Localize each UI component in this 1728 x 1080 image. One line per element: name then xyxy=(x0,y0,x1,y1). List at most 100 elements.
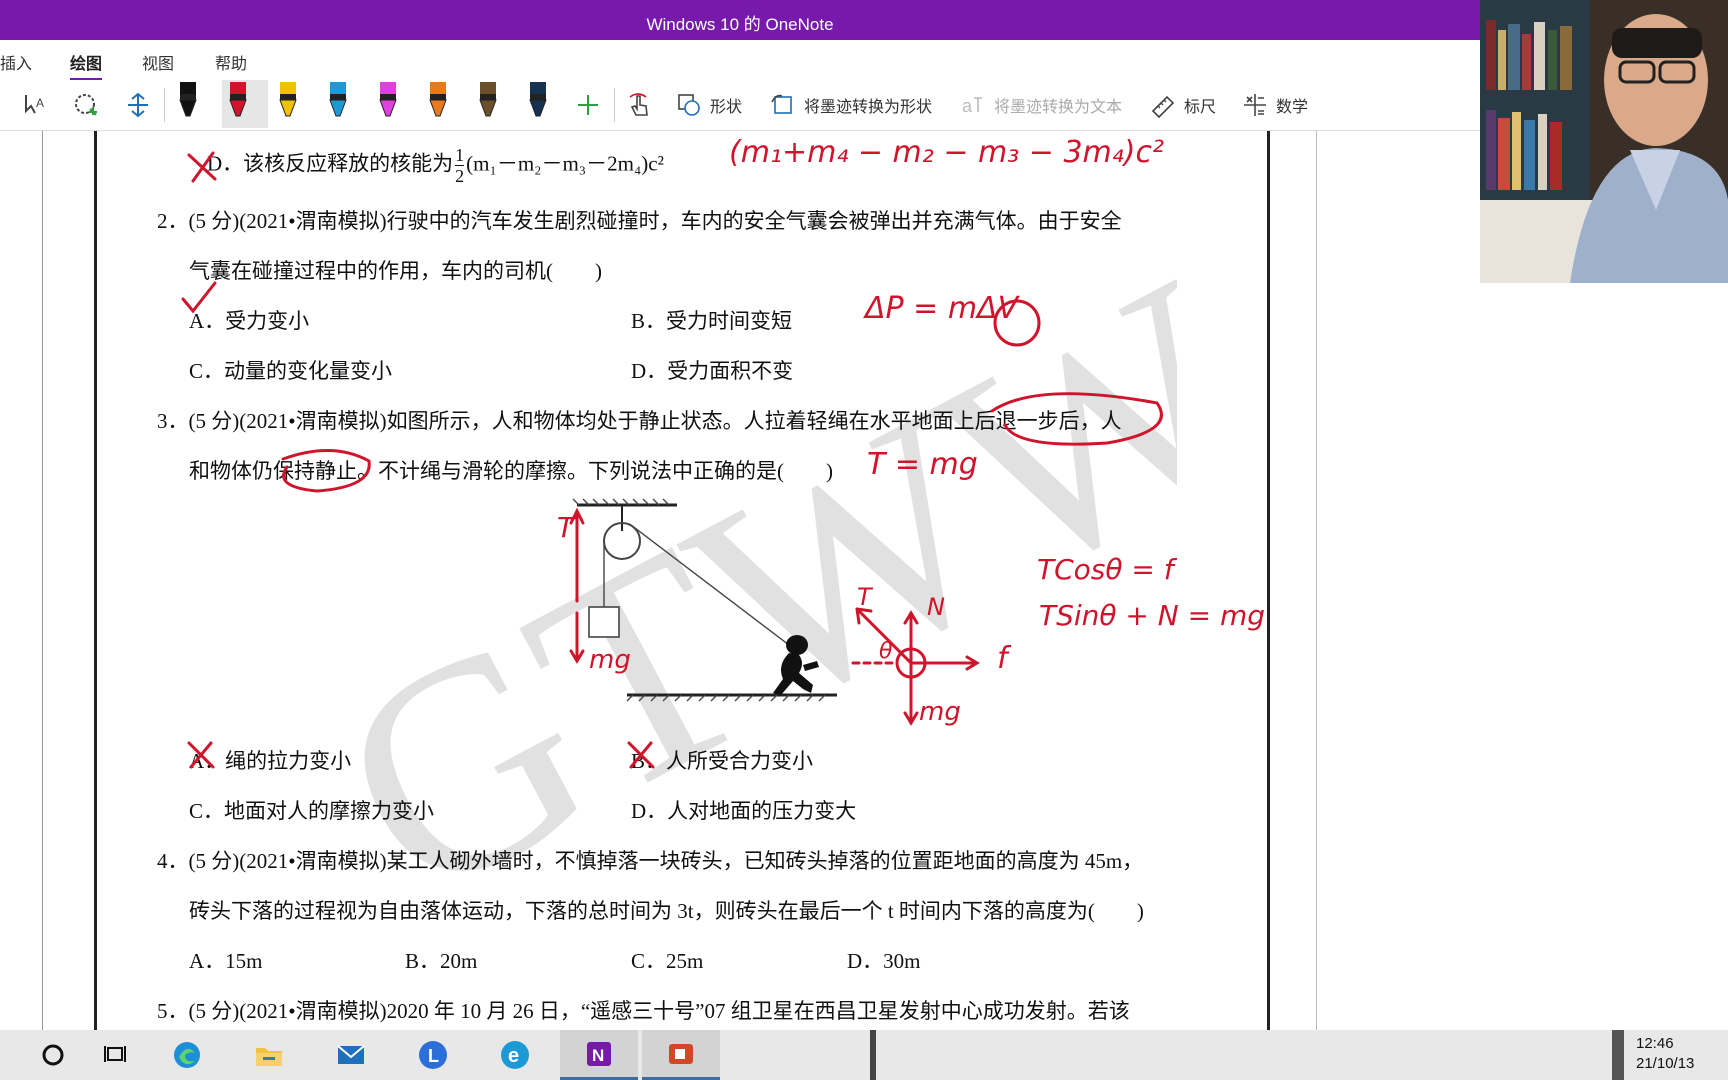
ink-vector-f xyxy=(909,655,980,671)
powerpoint-icon xyxy=(669,1043,693,1064)
task-view-icon xyxy=(104,1046,126,1062)
tab-view[interactable]: 视图 xyxy=(142,50,174,74)
math-label: 数学 xyxy=(1276,99,1309,116)
ink-label-T-left: T xyxy=(557,511,575,544)
task-view-button[interactable] xyxy=(80,1030,150,1080)
onenote-icon: N xyxy=(587,1041,611,1066)
ink-label-mg-left: mg xyxy=(589,645,631,675)
add-pen-button[interactable] xyxy=(575,88,609,122)
svg-text:a: a xyxy=(962,96,973,116)
ink-arrow-down-mg xyxy=(569,611,585,664)
add-space-tool[interactable] xyxy=(124,88,160,122)
ink-circle-retreat xyxy=(990,392,1163,446)
pen-icon xyxy=(179,82,197,117)
right-margin xyxy=(1480,283,1728,1030)
ink-check-q2a xyxy=(181,281,217,314)
page-guide-left xyxy=(42,131,43,1030)
windows-taskbar: L e N 12:46 21/10/13 xyxy=(0,1030,1728,1080)
taskbar-app-l[interactable]: L xyxy=(398,1030,468,1080)
lasso-select-tool[interactable] xyxy=(72,88,108,122)
taskbar-edge[interactable] xyxy=(152,1030,222,1080)
folder-icon xyxy=(256,1048,282,1066)
cortana-button[interactable] xyxy=(18,1030,88,1080)
type-select-tool[interactable]: A xyxy=(22,88,58,122)
pen-7[interactable] xyxy=(472,80,504,128)
pen-1[interactable] xyxy=(172,80,204,128)
pen-icon xyxy=(279,82,297,117)
shapes-label: 形状 xyxy=(710,99,743,116)
pen-icon xyxy=(479,82,497,117)
pen-icon xyxy=(329,82,347,117)
ink-label-theta: θ xyxy=(879,639,893,664)
webcam-overlay xyxy=(1480,0,1728,283)
ink-label-mg-right: mg xyxy=(919,697,961,727)
taskbar-mail[interactable] xyxy=(316,1030,386,1080)
taskbar-file-explorer[interactable] xyxy=(234,1030,304,1080)
pen-8[interactable] xyxy=(522,80,554,128)
draw-ribbon: A 形状 将墨迹转换为形状 a 将墨迹转换为文本 标尺 数学 xyxy=(0,80,1480,131)
pen-icon xyxy=(229,82,247,117)
ink-to-shape-label: 将墨迹转换为形状 xyxy=(804,99,933,116)
webcam-video xyxy=(1480,0,1728,283)
app-l-icon: L xyxy=(419,1041,447,1069)
taskbar-divider-right xyxy=(1612,1030,1624,1080)
ink-circle-still xyxy=(281,449,371,493)
edge-browser-icon xyxy=(174,1042,200,1068)
menu-bar: 插入 绘图 视图 帮助 xyxy=(0,40,1480,81)
shapes-button[interactable]: 形状 xyxy=(676,88,742,122)
ink-to-text-button[interactable]: a 将墨迹转换为文本 xyxy=(960,88,1122,122)
pen-3[interactable] xyxy=(272,80,304,128)
ink-to-text-icon: a xyxy=(962,96,982,116)
tab-help[interactable]: 帮助 xyxy=(215,50,247,74)
taskbar-ie[interactable]: e xyxy=(480,1030,550,1080)
ink-label-T-right: T xyxy=(857,583,872,611)
pen-5[interactable] xyxy=(372,80,404,128)
bookshelf xyxy=(1480,0,1590,200)
ink-momentum: ΔP = mΔV xyxy=(865,291,1019,326)
tab-draw[interactable]: 绘图 xyxy=(70,50,103,81)
touch-hand-icon xyxy=(629,93,648,116)
pen-4[interactable] xyxy=(322,80,354,128)
page-guide-right xyxy=(1316,131,1317,1030)
svg-text:L: L xyxy=(428,1046,439,1066)
ink-to-text-label: 将墨迹转换为文本 xyxy=(994,99,1123,116)
shapes-icon xyxy=(678,94,700,116)
tab-insert[interactable]: 插入 xyxy=(0,50,32,74)
pen-icon xyxy=(379,82,397,117)
pen-2[interactable] xyxy=(222,80,268,128)
pen-icon xyxy=(429,82,447,117)
math-button[interactable]: 数学 xyxy=(1242,88,1308,122)
window-title: Windows 10 的 OneNote xyxy=(646,15,834,34)
ruler-label: 标尺 xyxy=(1184,99,1217,116)
pen-icon xyxy=(529,82,547,117)
touch-draw-toggle[interactable] xyxy=(626,88,662,122)
ink-vector-N xyxy=(903,610,919,665)
text-select-icon: A xyxy=(25,95,44,114)
pen-6[interactable] xyxy=(422,80,454,128)
internet-explorer-icon: e xyxy=(501,1041,529,1069)
ink-vector-mg xyxy=(903,661,919,726)
clock-date: 21/10/13 xyxy=(1636,1055,1695,1072)
ink-cross-q3b xyxy=(627,741,655,769)
svg-text:e: e xyxy=(508,1045,519,1067)
add-space-icon xyxy=(128,92,148,118)
plus-icon xyxy=(578,95,598,115)
taskbar-onenote[interactable]: N xyxy=(560,1030,638,1080)
taskbar-powerpoint[interactable] xyxy=(642,1030,720,1080)
ink-cross-q1d xyxy=(187,151,217,183)
cortana-circle-icon xyxy=(42,1044,64,1066)
clock-time: 12:46 xyxy=(1636,1035,1674,1052)
ink-eq-cos: TCosθ = f xyxy=(1037,553,1174,586)
ruler-icon xyxy=(1151,95,1175,118)
ruler-button[interactable]: 标尺 xyxy=(1150,88,1216,122)
math-icon xyxy=(1244,94,1266,116)
lasso-select-icon xyxy=(75,94,97,116)
notebook-canvas[interactable]: GTWWL D．该核反应释放的核能为 1 2 (m₁－m₂－m₃－2m₄)c² 2．(… xyxy=(0,131,1480,1030)
svg-text:N: N xyxy=(592,1046,604,1065)
svg-text:A: A xyxy=(36,96,44,110)
ink-to-shape-button[interactable]: 将墨迹转换为形状 xyxy=(770,88,932,122)
ink-cross-q3a xyxy=(187,741,215,769)
system-clock[interactable]: 12:46 21/10/13 xyxy=(1636,1034,1694,1074)
title-bar: Windows 10 的 OneNote xyxy=(0,0,1480,40)
mail-icon xyxy=(337,1045,365,1064)
